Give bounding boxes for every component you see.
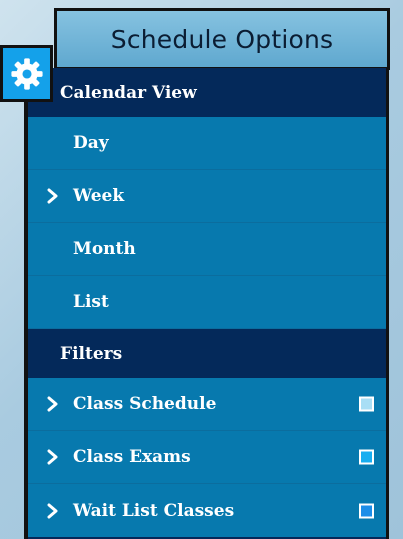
menu-item-label: Week <box>73 186 125 206</box>
menu-item-label: Day <box>73 133 109 153</box>
schedule-options-header: Schedule Options <box>54 8 390 70</box>
settings-toggle-button[interactable] <box>0 45 53 102</box>
menu-item-day[interactable]: Day <box>28 117 386 170</box>
menu-item-month[interactable]: Month <box>28 223 386 276</box>
section-title: Filters <box>60 343 123 364</box>
menu-item-list[interactable]: List <box>28 276 386 329</box>
filter-color-swatch[interactable] <box>359 449 374 465</box>
filter-item-class-schedule[interactable]: Class Schedule <box>28 378 386 431</box>
chevron-right-icon <box>47 396 58 412</box>
filter-color-swatch[interactable] <box>359 503 374 518</box>
schedule-options-panel: Calendar View Day Week Month List Filter… <box>24 68 389 539</box>
chevron-right-icon <box>47 503 58 518</box>
filter-color-swatch[interactable] <box>359 396 374 412</box>
menu-item-label: Class Exams <box>73 447 191 467</box>
menu-item-label: Class Schedule <box>73 394 217 414</box>
chevron-right-icon <box>47 188 58 204</box>
filter-item-class-exams[interactable]: Class Exams <box>28 431 386 484</box>
menu-item-label: List <box>73 292 109 312</box>
chevron-right-icon <box>47 449 58 465</box>
section-header-filters: Filters <box>28 329 386 378</box>
menu-item-week[interactable]: Week <box>28 170 386 223</box>
section-title: Calendar View <box>60 82 197 103</box>
gear-icon <box>10 57 43 90</box>
menu-item-label: Month <box>73 239 136 259</box>
section-header-calendar-view: Calendar View <box>28 68 386 117</box>
menu-item-label: Wait List Classes <box>73 500 235 521</box>
page-title: Schedule Options <box>110 24 334 54</box>
filter-item-wait-list-classes[interactable]: Wait List Classes <box>28 484 386 537</box>
